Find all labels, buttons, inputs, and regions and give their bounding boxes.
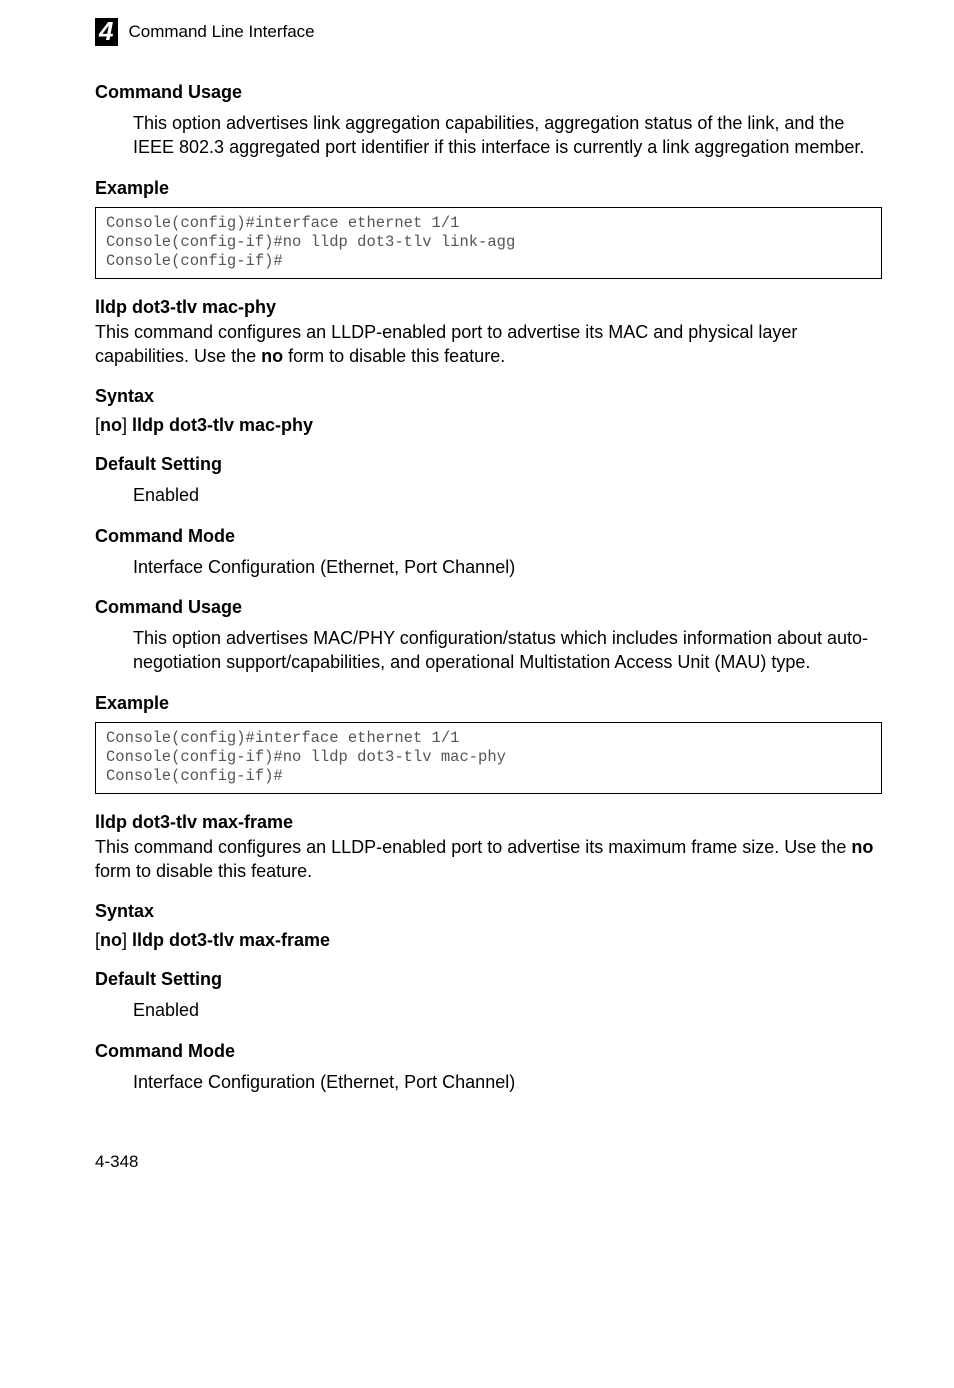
desc-pre-2: This command configures an LLDP-enabled … <box>95 837 851 857</box>
command-title-mac-phy: lldp dot3-tlv mac-phy <box>95 297 882 318</box>
syntax-heading-2: Syntax <box>95 901 882 922</box>
example-code-block-2: Console(config)#interface ethernet 1/1 C… <box>95 722 882 794</box>
command-mode-value-2: Interface Configuration (Ethernet, Port … <box>133 1070 882 1094</box>
page-number: 4-348 <box>95 1152 882 1172</box>
command-usage-body-2: This option advertises MAC/PHY configura… <box>133 626 882 675</box>
chapter-number-badge: 4 <box>95 18 118 46</box>
syntax-no-2: no <box>100 930 122 950</box>
desc-post: form to disable this feature. <box>283 346 505 366</box>
syntax-cmd: lldp dot3-tlv mac-phy <box>127 415 313 435</box>
default-setting-heading: Default Setting <box>95 454 882 475</box>
page-header: 4 Command Line Interface <box>95 18 882 46</box>
desc-bold-no-2: no <box>851 837 873 857</box>
desc-bold-no: no <box>261 346 283 366</box>
example-heading: Example <box>95 178 882 199</box>
command-usage-heading: Command Usage <box>95 82 882 103</box>
command-mode-heading-2: Command Mode <box>95 1041 882 1062</box>
syntax-cmd-2: lldp dot3-tlv max-frame <box>127 930 330 950</box>
syntax-heading: Syntax <box>95 386 882 407</box>
default-setting-value: Enabled <box>133 483 882 507</box>
example-heading-2: Example <box>95 693 882 714</box>
command-usage-heading-2: Command Usage <box>95 597 882 618</box>
command-desc-mac-phy: This command configures an LLDP-enabled … <box>95 320 882 369</box>
command-mode-value: Interface Configuration (Ethernet, Port … <box>133 555 882 579</box>
command-desc-max-frame: This command configures an LLDP-enabled … <box>95 835 882 884</box>
command-usage-body: This option advertises link aggregation … <box>133 111 882 160</box>
command-mode-heading: Command Mode <box>95 526 882 547</box>
header-title: Command Line Interface <box>128 22 314 42</box>
syntax-no: no <box>100 415 122 435</box>
default-setting-value-2: Enabled <box>133 998 882 1022</box>
desc-post-2: form to disable this feature. <box>95 861 312 881</box>
default-setting-heading-2: Default Setting <box>95 969 882 990</box>
command-title-max-frame: lldp dot3-tlv max-frame <box>95 812 882 833</box>
syntax-line-max-frame: [no] lldp dot3-tlv max-frame <box>95 930 882 951</box>
example-code-block: Console(config)#interface ethernet 1/1 C… <box>95 207 882 279</box>
syntax-line-mac-phy: [no] lldp dot3-tlv mac-phy <box>95 415 882 436</box>
